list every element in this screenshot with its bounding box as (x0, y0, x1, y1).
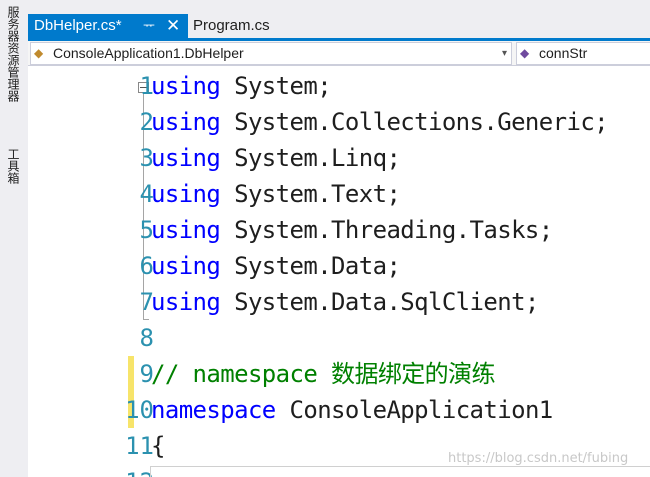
line-number: 1 (139, 72, 154, 100)
member-dropdown[interactable]: ◆ connStr (516, 42, 650, 65)
code-text: using System.Collections.Generic; (151, 104, 609, 140)
side-tool-strip: 服务器资源管理器 工具箱 (0, 0, 29, 477)
tab-dbhelper[interactable]: DbHelper.cs* ᅲ ✕ (28, 14, 188, 38)
code-rest: System.Threading.Tasks; (220, 216, 553, 244)
tab-program[interactable]: Program.cs (193, 14, 303, 38)
keyword: using (151, 72, 221, 100)
code-text: namespace ConsoleApplication1 (151, 392, 553, 428)
pin-icon[interactable]: ᅲ (143, 14, 155, 38)
code-text: using System.Threading.Tasks; (151, 212, 553, 248)
field-icon: ◆ (520, 46, 530, 60)
type-dropdown[interactable]: ◆ ConsoleApplication1.DbHelper ▾ (30, 42, 512, 65)
member-dropdown-value: connStr (539, 45, 588, 61)
code-line: 10 namespace ConsoleApplication1 (28, 392, 650, 428)
line-number: 4 (139, 180, 154, 208)
navigation-bar: ◆ ConsoleApplication1.DbHelper ▾ ◆ connS… (28, 41, 650, 66)
line-number: 2 (139, 108, 154, 136)
line-number: 8 (139, 324, 154, 352)
code-line: 1 using System; (28, 68, 650, 104)
line-number: 7 (139, 288, 154, 316)
code-rest: System.Linq; (220, 144, 401, 172)
line-number: 9 (139, 360, 154, 388)
line-number: 5 (139, 216, 154, 244)
code-line: 3 using System.Linq; (28, 140, 650, 176)
code-editor[interactable]: 1 using System; 2 using System.Collectio… (28, 66, 650, 477)
type-dropdown-value: ConsoleApplication1.DbHelper (53, 45, 244, 61)
code-text: using System.Text; (151, 176, 401, 212)
line-number: 3 (139, 144, 154, 172)
code-text: using System; (151, 68, 332, 104)
code-rest: System.Text; (220, 180, 401, 208)
code-rest: System.Data.SqlClient; (220, 288, 539, 316)
document-tab-strip: DbHelper.cs* ᅲ ✕ Program.cs (28, 0, 650, 41)
code-line: 2 using System.Collections.Generic; (28, 104, 650, 140)
class-icon: ◆ (34, 46, 44, 60)
code-line: 5 using System.Threading.Tasks; (28, 212, 650, 248)
code-line: 8 (28, 320, 650, 356)
code-line: 7 using System.Data.SqlClient; (28, 284, 650, 320)
code-text: { (151, 432, 165, 460)
keyword: using (151, 108, 221, 136)
block-outline (150, 466, 650, 477)
line-number: 11 (125, 432, 154, 460)
line-number: 10 (125, 396, 154, 424)
code-rest: System; (220, 72, 332, 100)
keyword: using (151, 252, 221, 280)
comment-text: // namespace 数据绑定的演练 (151, 360, 495, 388)
keyword: using (151, 288, 221, 316)
code-text: using System.Data.SqlClient; (151, 284, 539, 320)
code-text: using System.Data; (151, 248, 401, 284)
keyword: namespace (151, 396, 276, 424)
line-number: 6 (139, 252, 154, 280)
keyword: using (151, 144, 221, 172)
server-explorer-tab[interactable]: 服务器资源管理器 (2, 6, 24, 102)
code-rest: System.Collections.Generic; (220, 108, 609, 136)
chevron-down-icon: ▾ (501, 48, 507, 59)
close-icon[interactable]: ✕ (166, 14, 180, 38)
code-rest: ConsoleApplication1 (275, 396, 554, 424)
code-text: using System.Linq; (151, 140, 401, 176)
keyword: using (151, 216, 221, 244)
code-rest: System.Data; (220, 252, 401, 280)
toolbox-tab[interactable]: 工具箱 (2, 148, 24, 184)
tab-label: Program.cs (193, 17, 270, 34)
keyword: using (151, 180, 221, 208)
watermark: https://blog.csdn.net/fubing (448, 451, 629, 466)
code-line: 4 using System.Text; (28, 176, 650, 212)
code-line: 9 // namespace 数据绑定的演练 (28, 356, 650, 392)
code-line: 6 using System.Data; (28, 248, 650, 284)
line-number: 12 (88, 464, 154, 477)
tab-label: DbHelper.cs* (34, 17, 122, 34)
